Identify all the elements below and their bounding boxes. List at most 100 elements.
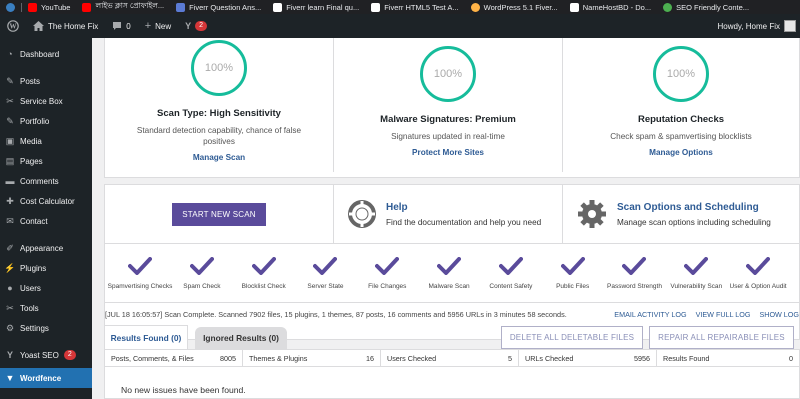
results-summary-row: Posts, Comments, & Files 8005 Themes & Pl… xyxy=(105,350,799,367)
help-cell[interactable]: Help Find the documentation and help you… xyxy=(334,185,563,243)
scan-stage-item: File Changes xyxy=(356,257,418,290)
summary-label: URLs Checked xyxy=(525,354,574,363)
avatar xyxy=(784,20,796,32)
sidebar-item-appearance[interactable]: ✐ Appearance xyxy=(0,238,92,258)
sidebar-item-dashboard[interactable]: ◔ Dashboard xyxy=(0,44,92,64)
yoast-badge: 2 xyxy=(63,350,76,360)
sidebar-item-label: Appearance xyxy=(20,243,64,253)
bookmark-seo-friendly[interactable]: SEO Friendly Conte... xyxy=(657,0,755,14)
account-menu[interactable]: Howdy, Home Fix xyxy=(717,20,800,32)
sidebar-item-pages[interactable]: ▤ Pages xyxy=(0,151,92,171)
bookmark-namehostbd[interactable]: NameHostBD - Do... xyxy=(564,0,657,14)
howdy-text: Howdy, Home Fix xyxy=(717,21,780,31)
reputation-checks-title: Reputation Checks xyxy=(637,114,725,125)
sidebar-item-label: Tools xyxy=(20,303,39,313)
scan-stage-item: Malware Scan xyxy=(418,257,480,290)
repair-all-repairable-button[interactable]: REPAIR ALL REPAIRABLE FILES xyxy=(649,326,794,349)
scan-stage-item: Content Safety xyxy=(480,257,542,290)
scan-options-title[interactable]: Scan Options and Scheduling xyxy=(617,202,771,213)
bookmark-youtube[interactable]: YouTube xyxy=(22,0,76,14)
sidebar-item-label: Yoast SEO xyxy=(20,350,59,360)
manage-options-link[interactable]: Manage Options xyxy=(563,148,799,157)
wp-logo-button[interactable]: W xyxy=(0,14,26,38)
manage-scan-link[interactable]: Manage Scan xyxy=(105,153,333,162)
new-content-button[interactable]: + New xyxy=(138,14,178,38)
checkmark-icon xyxy=(684,257,709,275)
yoast-icon: Y xyxy=(6,350,13,360)
sidebar-item-portfolio[interactable]: ✎ Portfolio xyxy=(0,111,92,131)
lifebuoy-icon xyxy=(348,200,376,228)
sidebar-item-label: Contact xyxy=(20,216,48,226)
youtube-icon xyxy=(82,2,92,12)
sidebar-item-media[interactable]: ▣ Media xyxy=(0,131,92,151)
bookmark-wordpress[interactable] xyxy=(0,0,21,14)
site-name: The Home Fix xyxy=(48,21,99,31)
no-issues-message: No new issues have been found. xyxy=(121,385,246,395)
youtube-icon xyxy=(28,2,37,12)
summary-label: Results Found xyxy=(663,354,710,363)
sidebar-item-users[interactable]: ● Users xyxy=(0,278,92,298)
yoast-badge: 2 xyxy=(195,21,208,31)
wordpress-logo-icon: W xyxy=(7,20,19,32)
sidebar-item-label: Media xyxy=(20,136,42,146)
scan-stage-item: Public Files xyxy=(542,257,604,290)
sidebar-item-label: Wordfence xyxy=(20,373,62,383)
wordfence-icon: ▼ xyxy=(5,373,15,383)
progress-value: 100% xyxy=(433,68,463,80)
summary-cell: Posts, Comments, & Files 8005 xyxy=(105,350,243,367)
sidebar-item-posts[interactable]: ✎ Posts xyxy=(0,71,92,91)
checkmark-icon xyxy=(189,257,214,275)
protect-more-sites-link[interactable]: Protect More Sites xyxy=(334,148,562,157)
comments-link[interactable]: 0 xyxy=(105,14,137,38)
sidebar-item-tools[interactable]: ✂ Tools xyxy=(0,298,92,318)
sidebar-item-label: Pages xyxy=(20,156,43,166)
scan-stage-label: Server State xyxy=(307,283,344,290)
email-activity-log-link[interactable]: EMAIL ACTIVITY LOG xyxy=(614,310,686,319)
summary-value: 8005 xyxy=(220,354,236,363)
sidebar-item-settings[interactable]: ⚙ Settings xyxy=(0,318,92,338)
sidebar-item-cost-calculator[interactable]: ✚ Cost Calculator xyxy=(0,191,92,211)
plugin-icon: ⚡ xyxy=(4,262,16,273)
help-title[interactable]: Help xyxy=(386,202,541,213)
sidebar-item-service-box[interactable]: ✂ Service Box xyxy=(0,91,92,111)
checkmark-icon xyxy=(128,257,152,275)
bookmark-fiverr-question[interactable]: Fiverr Question Ans... xyxy=(170,0,267,14)
admin-sidebar: ◔ Dashboard ✎ Posts ✂ Service Box ✎ Portfoli… xyxy=(0,38,92,399)
sidebar-item-label: Plugins xyxy=(20,263,47,273)
new-label: New xyxy=(155,21,172,31)
fiverr-icon xyxy=(176,2,186,12)
sidebar-item-wordfence[interactable]: ▼ Wordfence xyxy=(0,368,92,388)
bookmarks-bar: YouTube লাইভ ক্লাস প্রোফাইল... Fiverr Qu… xyxy=(0,0,800,14)
scan-stage-label: File Changes xyxy=(368,283,407,290)
summary-cell: Users Checked 5 xyxy=(381,350,519,367)
summary-label: Users Checked xyxy=(387,354,437,363)
show-log-link[interactable]: SHOW LOG xyxy=(759,310,799,319)
tab-results-found[interactable]: Results Found (0) xyxy=(104,325,188,349)
bookmark-wordpress-51[interactable]: WordPress 5.1 Fiver... xyxy=(465,0,564,14)
wordpress-icon xyxy=(6,2,15,12)
scan-stage-label: Spamvertising Checks xyxy=(107,283,173,290)
bookmark-live-class[interactable]: লাইভ ক্লাস প্রোফাইল... xyxy=(76,0,170,14)
sidebar-item-yoast-seo[interactable]: Y Yoast SEO 2 xyxy=(0,345,92,365)
sidebar-item-contact[interactable]: ✉ Contact xyxy=(0,211,92,231)
delete-all-deletable-button[interactable]: DELETE ALL DELETABLE FILES xyxy=(501,326,643,349)
comment-icon: ▬ xyxy=(5,176,15,186)
scan-stage-item: Vulnerability Scan xyxy=(665,257,727,290)
bookmark-fiverr-learn[interactable]: Fiverr learn Final qu... xyxy=(267,0,365,14)
scan-log-line: [JUL 18 16:05:57] Scan Complete. Scanned… xyxy=(105,305,799,323)
sidebar-item-plugins[interactable]: ⚡ Plugins xyxy=(0,258,92,278)
yoast-adminbar-button[interactable]: Y 2 xyxy=(178,14,214,38)
checkmark-icon xyxy=(375,257,400,275)
tab-ignored-results[interactable]: Ignored Results (0) xyxy=(195,327,287,349)
checkmark-icon xyxy=(437,257,462,275)
reputation-checks-card: 100% Reputation Checks Check spam & spam… xyxy=(563,38,799,172)
brush-icon: ✐ xyxy=(6,242,14,253)
start-new-scan-button[interactable]: START NEW SCAN xyxy=(172,202,266,226)
bookmark-fiverr-html5[interactable]: Fiverr HTML5 Test A... xyxy=(365,0,464,14)
mail-icon: ✉ xyxy=(6,215,14,226)
site-name-link[interactable]: The Home Fix xyxy=(26,14,105,38)
sidebar-item-comments[interactable]: ▬ Comments xyxy=(0,171,92,191)
scan-options-cell[interactable]: Scan Options and Scheduling Manage scan … xyxy=(563,185,799,243)
main-content: 100% Scan Type: High Sensitivity Standar… xyxy=(92,38,800,399)
view-full-log-link[interactable]: VIEW FULL LOG xyxy=(696,310,751,319)
